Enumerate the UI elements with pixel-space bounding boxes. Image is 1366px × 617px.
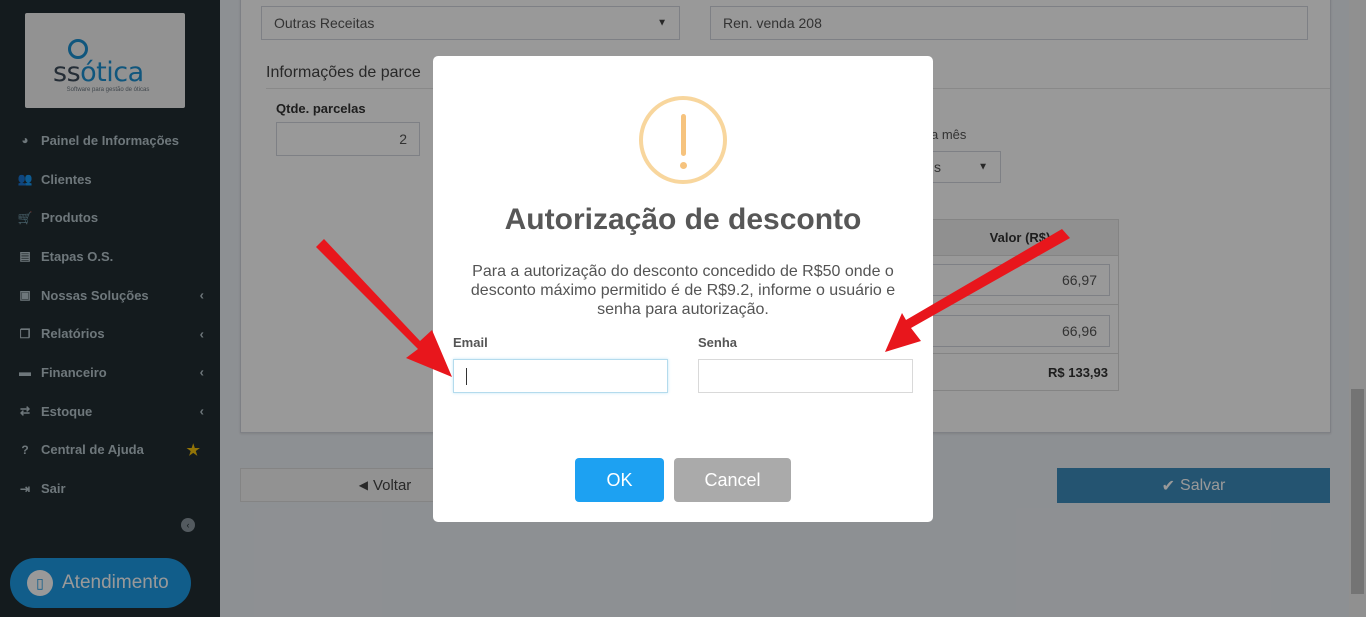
senha-label: Senha: [698, 335, 738, 350]
dialog-title: Autorização de desconto: [504, 203, 862, 236]
cancel-button[interactable]: Cancel: [674, 458, 791, 502]
text-cursor: [466, 368, 467, 385]
dialog-message: Para a autorização do desconto concedido…: [470, 263, 896, 318]
email-label: Email: [453, 335, 488, 350]
warning-icon-dot: [680, 162, 687, 169]
warning-icon-bar: [681, 114, 686, 156]
email-field[interactable]: [453, 359, 668, 393]
warning-icon: [639, 96, 727, 184]
authorization-dialog: Autorização de desconto Para a autorizaç…: [433, 56, 933, 522]
ok-button[interactable]: OK: [575, 458, 664, 502]
password-field[interactable]: [698, 359, 913, 393]
